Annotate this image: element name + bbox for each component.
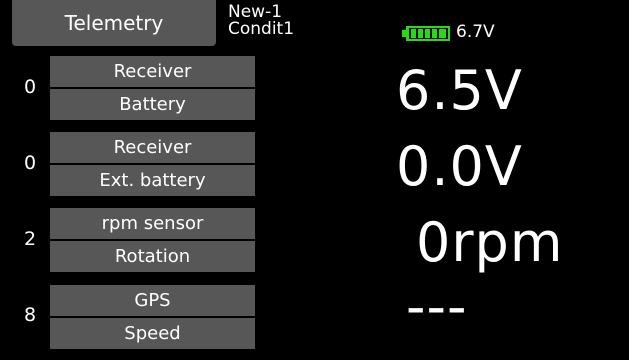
battery-icon [402, 26, 450, 41]
slot-number: 2 [24, 228, 37, 250]
slot-number: 8 [24, 304, 37, 326]
item-button[interactable]: Speed [50, 318, 255, 349]
condition-name: Condit1 [228, 19, 295, 39]
telemetry-value: --- [406, 275, 468, 338]
slot-number: 0 [24, 152, 37, 174]
telemetry-title-tab[interactable]: Telemetry [12, 0, 216, 46]
device-button[interactable]: GPS [50, 285, 255, 316]
telemetry-value: 6.5V [396, 59, 523, 122]
telemetry-value: 0rpm [416, 211, 564, 274]
device-button[interactable]: Receiver [50, 56, 255, 87]
device-button[interactable]: Receiver [50, 132, 255, 163]
item-button[interactable]: Battery [50, 89, 255, 120]
slot-number: 0 [24, 76, 37, 98]
transmitter-voltage: 6.7V [456, 22, 495, 42]
telemetry-value: 0.0V [396, 135, 523, 198]
item-button[interactable]: Ext. battery [50, 165, 255, 196]
device-button[interactable]: rpm sensor [50, 208, 255, 239]
item-button[interactable]: Rotation [50, 241, 255, 272]
